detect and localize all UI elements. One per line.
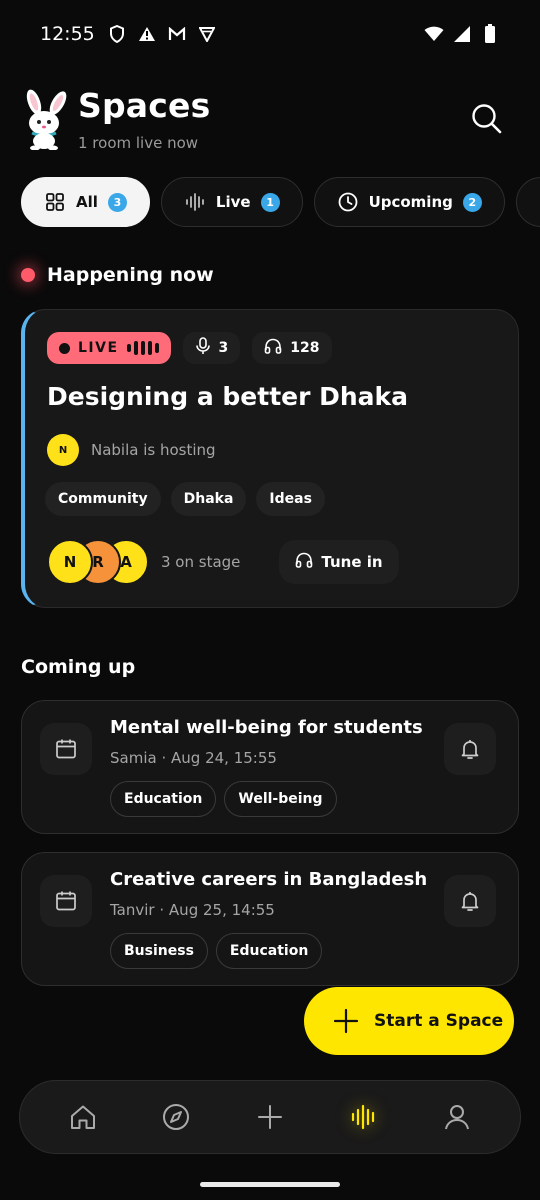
live-badge: LIVE bbox=[47, 332, 171, 364]
headphones-icon bbox=[264, 338, 282, 358]
stage-count-text: 3 on stage bbox=[161, 553, 241, 571]
filter-live-count: 1 bbox=[260, 192, 280, 212]
upcoming-meta: Tanvir · Aug 25, 14:55 bbox=[110, 901, 275, 919]
tag[interactable]: Dhaka bbox=[170, 482, 247, 516]
clock-icon bbox=[337, 191, 359, 213]
tag[interactable]: Well-being bbox=[224, 781, 337, 817]
nav-profile[interactable] bbox=[427, 1087, 487, 1147]
upcoming-date: Aug 24, 15:55 bbox=[171, 749, 277, 767]
filter-upcoming-count: 2 bbox=[462, 192, 482, 212]
upcoming-title: Mental well-being for students bbox=[110, 717, 423, 738]
stage-avatar: N bbox=[47, 539, 93, 585]
bunny-mascot-logo bbox=[20, 88, 72, 151]
upcoming-tags: Business Education bbox=[110, 933, 323, 969]
nav-home[interactable] bbox=[53, 1087, 113, 1147]
nav-create[interactable] bbox=[240, 1087, 300, 1147]
mail-icon bbox=[167, 24, 187, 44]
live-indicator-dot bbox=[21, 268, 35, 282]
waveform-icon bbox=[184, 191, 206, 213]
vpn-icon bbox=[197, 24, 217, 44]
microphone-icon bbox=[195, 337, 211, 359]
happening-now-title: Happening now bbox=[47, 264, 214, 286]
wifi-icon bbox=[424, 24, 444, 44]
home-indicator[interactable] bbox=[200, 1182, 340, 1187]
tag[interactable]: Education bbox=[215, 933, 323, 969]
stage-avatars: N R A bbox=[47, 539, 149, 585]
search-button[interactable] bbox=[468, 100, 506, 138]
tag[interactable]: Business bbox=[110, 933, 208, 969]
tune-in-button[interactable]: Tune in bbox=[279, 540, 399, 584]
battery-icon bbox=[480, 24, 500, 44]
upcoming-space-card[interactable]: Creative careers in Bangladesh Tanvir · … bbox=[21, 852, 519, 986]
filter-upcoming[interactable]: Upcoming 2 bbox=[313, 177, 505, 227]
live-space-title: Designing a better Dhaka bbox=[47, 382, 409, 411]
start-space-button[interactable]: Start a Space bbox=[304, 987, 514, 1055]
calendar-icon bbox=[40, 723, 92, 775]
bottom-navigation bbox=[19, 1080, 521, 1154]
filter-all-count: 3 bbox=[107, 192, 127, 212]
filter-all[interactable]: All 3 bbox=[21, 177, 150, 227]
upcoming-meta: Samia · Aug 24, 15:55 bbox=[110, 749, 277, 767]
tag[interactable]: Education bbox=[110, 781, 217, 817]
grid-icon bbox=[44, 191, 66, 213]
filter-live[interactable]: Live 1 bbox=[160, 177, 303, 227]
record-dot-icon bbox=[59, 342, 70, 354]
status-time: 12:55 bbox=[40, 23, 95, 45]
header: Spaces 1 room live now bbox=[20, 86, 520, 156]
live-space-tags: Community Dhaka Ideas bbox=[45, 482, 325, 516]
host-row: N Nabila is hosting bbox=[47, 434, 216, 466]
nav-explore[interactable] bbox=[146, 1087, 206, 1147]
live-space-card[interactable]: LIVE 3 128 Designing a better Dhaka N Na… bbox=[21, 309, 519, 608]
tune-in-label: Tune in bbox=[321, 553, 383, 571]
speakers-count: 3 bbox=[182, 332, 241, 364]
filter-hosting[interactable] bbox=[515, 177, 540, 227]
meta-separator: · bbox=[159, 901, 169, 919]
coming-up-heading: Coming up bbox=[21, 656, 136, 678]
signal-icon bbox=[452, 24, 472, 44]
listeners-count: 128 bbox=[252, 332, 332, 364]
host-avatar: N bbox=[47, 434, 79, 466]
filter-live-label: Live bbox=[215, 193, 251, 211]
tag[interactable]: Ideas bbox=[256, 482, 325, 516]
compass-icon bbox=[163, 1104, 190, 1130]
tag[interactable]: Community bbox=[45, 482, 161, 516]
audio-bars-icon bbox=[126, 341, 159, 355]
status-bar: 12:55 bbox=[0, 0, 540, 68]
listeners-value: 128 bbox=[290, 340, 320, 356]
profile-icon bbox=[445, 1105, 470, 1130]
calendar-icon bbox=[40, 875, 92, 927]
upcoming-tags: Education Well-being bbox=[110, 781, 337, 817]
bell-icon bbox=[461, 892, 479, 911]
upcoming-space-card[interactable]: Mental well-being for students Samia · A… bbox=[21, 700, 519, 834]
nav-spaces[interactable] bbox=[334, 1087, 394, 1147]
upcoming-title: Creative careers in Bangladesh bbox=[110, 869, 428, 890]
start-space-label: Start a Space bbox=[374, 1011, 504, 1031]
speakers-value: 3 bbox=[218, 340, 229, 356]
plus-icon bbox=[257, 1105, 282, 1129]
happening-now-heading: Happening now bbox=[21, 264, 214, 286]
upcoming-date: Aug 25, 14:55 bbox=[168, 901, 275, 919]
upcoming-host: Tanvir bbox=[110, 901, 155, 919]
search-icon bbox=[472, 104, 502, 134]
headphones-icon bbox=[295, 552, 313, 572]
bell-icon bbox=[461, 740, 479, 759]
home-icon bbox=[70, 1105, 95, 1129]
stage-row: N R A 3 on stage bbox=[47, 539, 240, 585]
plus-icon bbox=[333, 1008, 359, 1034]
shield-icon bbox=[107, 24, 127, 44]
filter-upcoming-label: Upcoming bbox=[368, 193, 453, 211]
reminder-button[interactable] bbox=[444, 875, 496, 927]
spaces-icon bbox=[351, 1104, 374, 1130]
warning-icon bbox=[137, 24, 157, 44]
upcoming-host: Samia bbox=[110, 749, 157, 767]
meta-separator: · bbox=[161, 749, 172, 767]
host-text: Nabila is hosting bbox=[91, 441, 216, 459]
live-count-subtitle: 1 room live now bbox=[78, 134, 199, 152]
filter-all-label: All bbox=[76, 193, 98, 211]
live-badge-label: LIVE bbox=[78, 340, 119, 356]
filter-chips: All 3 Live 1 Upcoming 2 bbox=[21, 177, 540, 227]
reminder-button[interactable] bbox=[444, 723, 496, 775]
page-title: Spaces bbox=[78, 86, 211, 125]
